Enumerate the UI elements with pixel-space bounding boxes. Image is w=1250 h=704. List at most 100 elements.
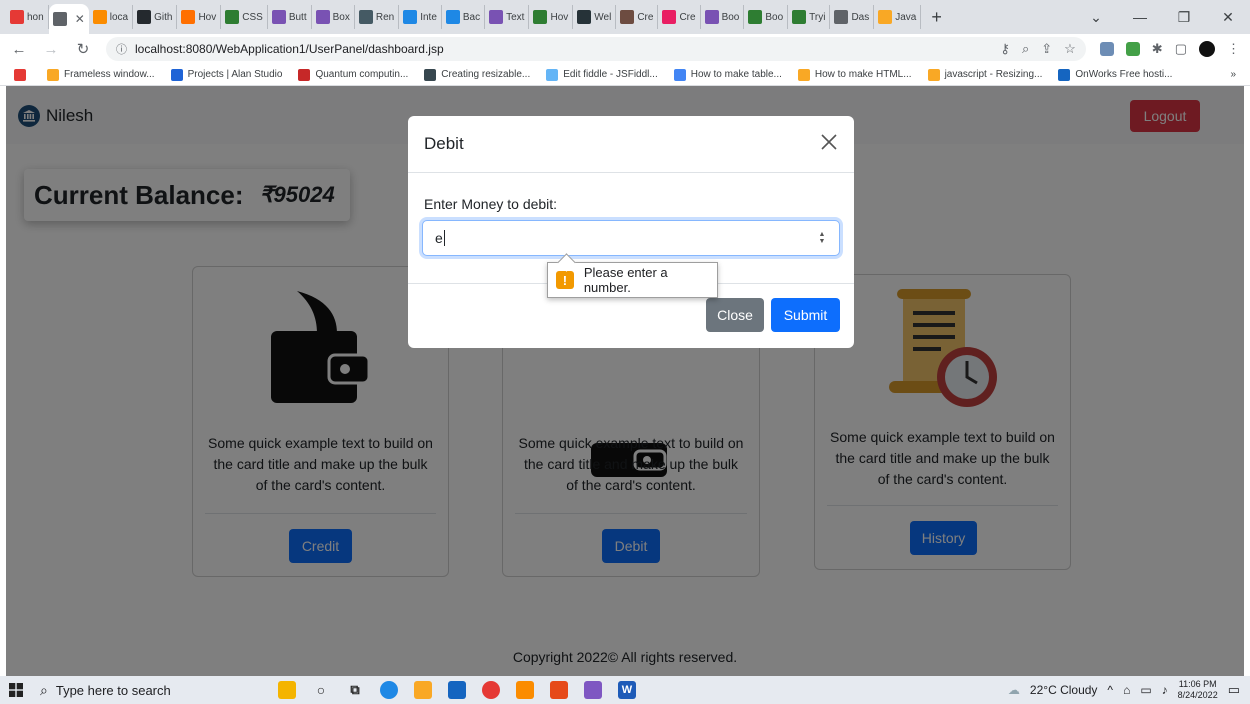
- zoom-icon[interactable]: ⌕: [1022, 41, 1029, 57]
- w-icon: [533, 10, 548, 24]
- window-controls: ⌄ — ❐ ✕: [1074, 0, 1250, 34]
- clock[interactable]: 11:06 PM 8/24/2022: [1178, 679, 1218, 701]
- submit-button[interactable]: Submit: [771, 298, 840, 332]
- image-icon: [620, 10, 635, 24]
- extension-shield-icon[interactable]: [1099, 42, 1114, 56]
- bookmark-item[interactable]: [14, 68, 31, 81]
- browser-tab[interactable]: hon: [6, 5, 49, 29]
- browser-tab[interactable]: Butt: [268, 5, 312, 29]
- minimize-button[interactable]: —: [1118, 9, 1162, 25]
- spinner-down-icon[interactable]: ▼: [819, 238, 826, 245]
- restore-button[interactable]: ❐: [1162, 9, 1206, 26]
- spinner-up-icon[interactable]: ▲: [819, 231, 826, 238]
- bookmark-favicon-icon: [546, 68, 559, 81]
- close-button[interactable]: Close: [706, 298, 764, 332]
- cortana-icon[interactable]: ○: [312, 681, 330, 699]
- weather-text[interactable]: 22°C Cloudy: [1030, 683, 1098, 697]
- money-input[interactable]: e ▲ ▼: [422, 220, 840, 256]
- notification-icon[interactable]: ▭: [1228, 682, 1240, 698]
- browser-tab[interactable]: loca: [89, 5, 134, 29]
- edge-icon[interactable]: [380, 681, 398, 699]
- browser-tab[interactable]: CSS: [221, 5, 268, 29]
- share-icon[interactable]: ⇪: [1041, 41, 1052, 57]
- tab-label: CSS: [242, 11, 263, 23]
- bookmark-label: How to make HTML...: [814, 69, 912, 80]
- browser-tab[interactable]: Text: [485, 5, 530, 29]
- battery-icon[interactable]: ▭: [1140, 683, 1151, 697]
- browser-tab[interactable]: Boo: [701, 5, 745, 29]
- w-icon: [225, 10, 240, 24]
- browser-tab[interactable]: Tryi: [788, 5, 831, 29]
- system-tray: ☁ 22°C Cloudy ^ ⌂ ▭ ♪ 11:06 PM 8/24/2022…: [1008, 676, 1240, 704]
- forward-arrow-icon[interactable]: →: [42, 41, 60, 58]
- bookmark-label: javascript - Resizing...: [944, 69, 1043, 80]
- tab-label: Butt: [288, 11, 307, 23]
- volume-icon[interactable]: ♪: [1162, 683, 1168, 697]
- network-icon[interactable]: ⌂: [1123, 683, 1130, 697]
- browser-tab[interactable]: Das: [830, 5, 875, 29]
- side-panel-icon[interactable]: ▢: [1175, 41, 1187, 57]
- browser-tab[interactable]: Hov: [529, 5, 574, 29]
- bootstrap-icon: [271, 10, 286, 24]
- task-view-icon[interactable]: ⧉: [346, 681, 364, 699]
- browser-toolbar: ← → ↻ ⓘ localhost:8080/WebApplication1/U…: [0, 34, 1250, 64]
- key-icon[interactable]: ⚷: [1000, 41, 1010, 57]
- reload-icon[interactable]: ↻: [74, 40, 92, 58]
- menu-kebab-icon[interactable]: ⋮: [1227, 41, 1240, 57]
- xampp-icon[interactable]: [516, 681, 534, 699]
- new-tab-button[interactable]: +: [921, 7, 952, 28]
- info-icon[interactable]: ⓘ: [116, 41, 127, 57]
- app-icon[interactable]: [550, 681, 568, 699]
- bookmarks-overflow-icon[interactable]: »: [1230, 69, 1236, 80]
- bookmark-star-icon[interactable]: ☆: [1064, 41, 1076, 57]
- bookmark-item[interactable]: Edit fiddle - JSFiddl...: [546, 68, 658, 81]
- tab-close-icon[interactable]: ✕: [75, 12, 85, 26]
- browser-tab[interactable]: Bac: [442, 5, 486, 29]
- tab-search-icon[interactable]: ⌄: [1074, 9, 1118, 26]
- back-arrow-icon[interactable]: ←: [10, 41, 28, 58]
- profile-avatar[interactable]: [1199, 41, 1215, 57]
- tab-label: Box: [332, 11, 350, 23]
- bookmark-item[interactable]: How to make table...: [673, 68, 782, 81]
- bookmark-item[interactable]: Creating resizable...: [424, 68, 530, 81]
- number-spinner[interactable]: ▲ ▼: [817, 231, 827, 245]
- bookmark-item[interactable]: Frameless window...: [47, 68, 155, 81]
- mail-icon[interactable]: [448, 681, 466, 699]
- windows-start-icon[interactable]: [0, 683, 32, 697]
- bookmark-item[interactable]: javascript - Resizing...: [927, 68, 1043, 81]
- browser-tab[interactable]: Wel: [573, 5, 617, 29]
- tab-label: Java: [895, 11, 917, 23]
- browser-tab[interactable]: Java: [874, 5, 922, 29]
- weather-icon: ☁: [1007, 683, 1020, 697]
- browser-tab[interactable]: Gith: [133, 5, 178, 29]
- bookmark-label: How to make table...: [690, 69, 782, 80]
- taskbar-search[interactable]: ⌕ Type here to search: [32, 676, 232, 704]
- browser-tab[interactable]: Hov: [177, 5, 222, 29]
- news-widget-icon[interactable]: [278, 681, 296, 699]
- close-icon[interactable]: [818, 131, 840, 153]
- browser-tab[interactable]: Ren: [355, 5, 400, 29]
- extension-green-icon[interactable]: [1125, 42, 1140, 56]
- browser-tab[interactable]: Cre: [616, 5, 659, 29]
- file-explorer-icon[interactable]: [414, 681, 432, 699]
- bookmark-item[interactable]: OnWorks Free hosti...: [1058, 68, 1172, 81]
- extensions-puzzle-icon[interactable]: ✱: [1152, 41, 1163, 57]
- tab-label: hon: [27, 11, 44, 23]
- browser-tab[interactable]: Boo: [744, 5, 789, 29]
- close-window-button[interactable]: ✕: [1206, 9, 1250, 26]
- bookmark-label: Frameless window...: [64, 69, 155, 80]
- browser-tab[interactable]: Box: [312, 5, 355, 29]
- browser-tab[interactable]: Cre: [658, 5, 701, 29]
- chrome-icon[interactable]: [482, 681, 500, 699]
- address-bar[interactable]: ⓘ localhost:8080/WebApplication1/UserPan…: [106, 37, 1086, 61]
- dev-app-icon[interactable]: [584, 681, 602, 699]
- globe-icon: [52, 12, 67, 26]
- browser-tab[interactable]: ✕: [48, 4, 89, 34]
- tab-label: Das: [851, 11, 870, 23]
- browser-tab[interactable]: Inte: [399, 5, 442, 29]
- bookmark-item[interactable]: Projects | Alan Studio: [170, 68, 282, 81]
- bookmark-item[interactable]: Quantum computin...: [298, 68, 408, 81]
- bookmark-item[interactable]: How to make HTML...: [797, 68, 912, 81]
- tray-chevron-icon[interactable]: ^: [1107, 683, 1113, 697]
- word-icon[interactable]: W: [618, 681, 636, 699]
